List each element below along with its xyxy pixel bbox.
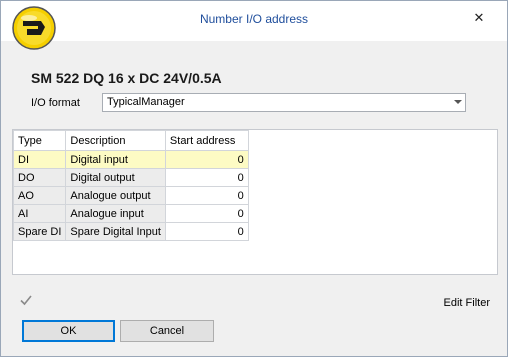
type-cell: AI bbox=[12, 204, 67, 223]
chevron-down-icon[interactable] bbox=[454, 100, 462, 104]
table-row[interactable]: DO Digital output 0 bbox=[12, 168, 497, 187]
close-icon[interactable]: ✕ bbox=[468, 7, 490, 29]
cancel-button[interactable]: Cancel bbox=[120, 320, 214, 342]
column-header-filler bbox=[248, 130, 497, 151]
description-cell: Analogue output bbox=[65, 186, 166, 205]
start-address-cell[interactable]: 0 bbox=[164, 204, 249, 223]
column-header-description[interactable]: Description bbox=[65, 130, 166, 151]
type-cell: Spare DI bbox=[12, 222, 67, 241]
column-header-start-address[interactable]: Start address bbox=[164, 130, 249, 151]
ok-button[interactable]: OK bbox=[22, 320, 115, 342]
checkmark-icon[interactable] bbox=[19, 293, 33, 307]
column-header-type[interactable]: Type bbox=[12, 130, 67, 151]
start-address-cell[interactable]: 0 bbox=[164, 222, 249, 241]
device-title: SM 522 DQ 16 x DC 24V/0.5A bbox=[31, 70, 222, 86]
table-row[interactable]: AI Analogue input 0 bbox=[12, 204, 497, 223]
type-cell: DI bbox=[12, 150, 67, 169]
type-cell: DO bbox=[12, 168, 67, 187]
io-format-value: TypicalManager bbox=[107, 96, 185, 108]
address-grid: Type Description Start address DI Digita… bbox=[12, 129, 498, 275]
dialog-window: Number I/O address ✕ SM 522 DQ 16 x DC 2… bbox=[0, 0, 508, 357]
description-cell: Digital output bbox=[65, 168, 166, 187]
table-row[interactable]: DI Digital input 0 bbox=[12, 150, 497, 169]
io-format-dropdown[interactable]: TypicalManager bbox=[102, 93, 466, 112]
start-address-cell[interactable]: 0 bbox=[164, 186, 249, 205]
description-cell: Digital input bbox=[65, 150, 166, 169]
edit-filter-link[interactable]: Edit Filter bbox=[444, 297, 490, 309]
grid-footer: Edit Filter bbox=[12, 290, 498, 314]
title-bar: Number I/O address ✕ bbox=[1, 1, 507, 50]
start-address-cell[interactable]: 0 bbox=[164, 150, 249, 169]
table-row[interactable]: AO Analogue output 0 bbox=[12, 186, 497, 205]
description-cell: Analogue input bbox=[65, 204, 166, 223]
table-row[interactable]: Spare DI Spare Digital Input 0 bbox=[12, 222, 497, 241]
type-cell: AO bbox=[12, 186, 67, 205]
window-title: Number I/O address bbox=[199, 12, 309, 26]
description-cell: Spare Digital Input bbox=[65, 222, 166, 241]
io-format-label: I/O format bbox=[31, 97, 80, 109]
grid-header-row: Type Description Start address bbox=[12, 130, 497, 151]
start-address-cell[interactable]: 0 bbox=[164, 168, 249, 187]
